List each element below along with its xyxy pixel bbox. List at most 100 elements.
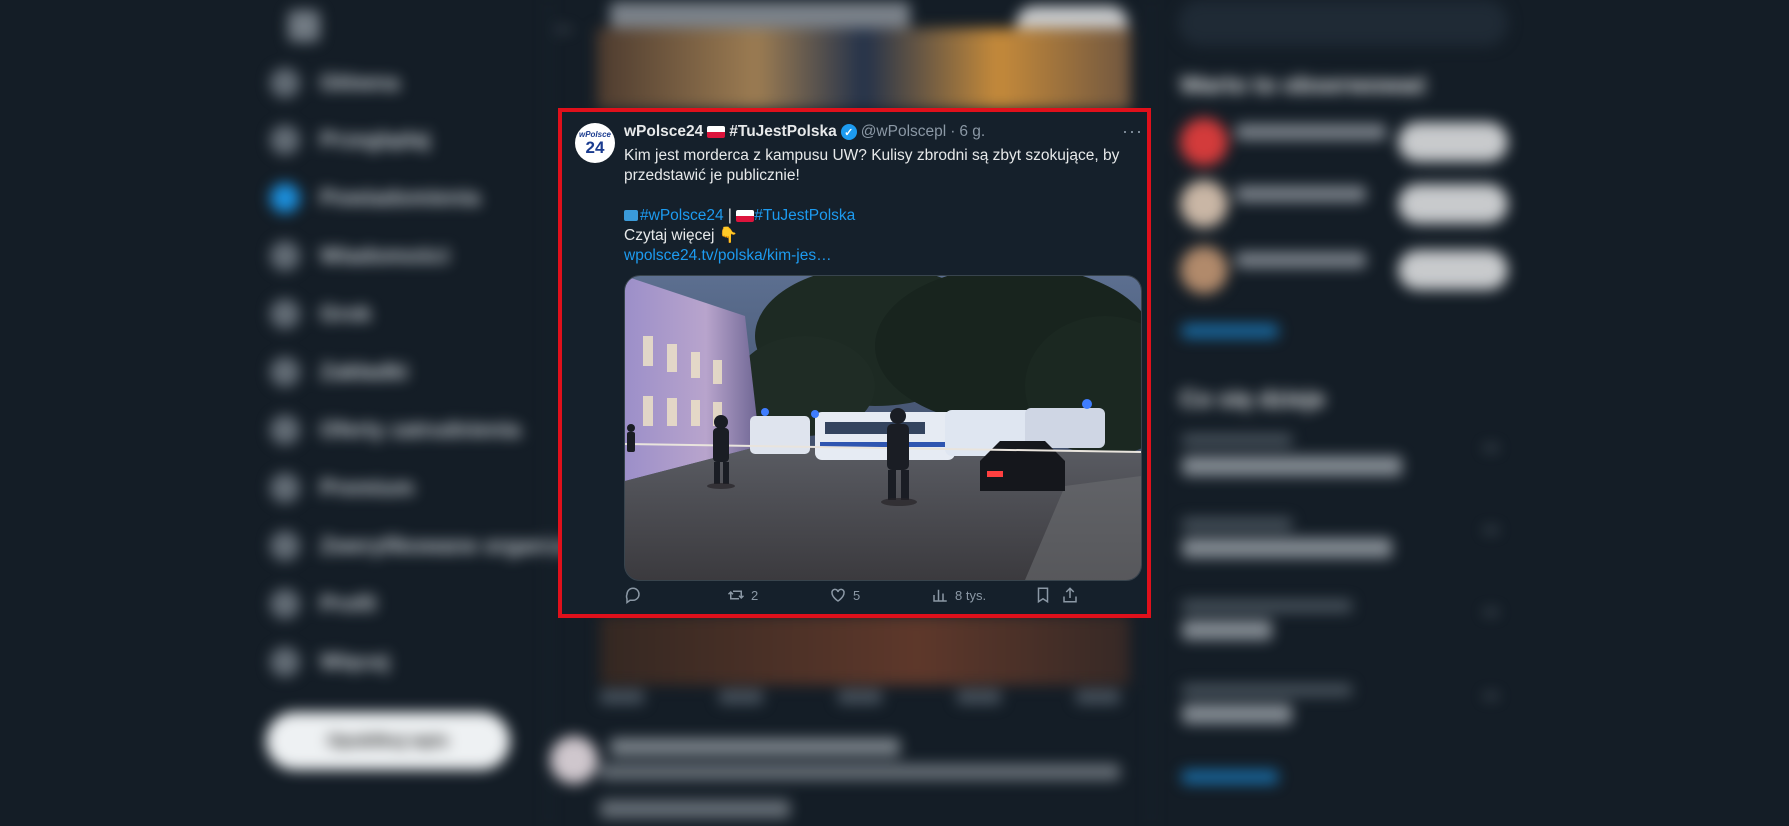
person-icon (270, 589, 300, 619)
blurred-text (1236, 124, 1386, 140)
nav-premium[interactable]: Premium (270, 468, 414, 508)
user-handle[interactable]: @wPolscepl (861, 123, 947, 141)
mail-icon (270, 241, 300, 271)
nav-profile[interactable]: Profil (270, 584, 376, 624)
avatar-logo-number: 24 (585, 137, 605, 157)
nav-label: Zakładki (320, 359, 409, 384)
timestamp[interactable]: 6 g. (959, 123, 985, 141)
x-logo-icon[interactable] (288, 10, 320, 42)
tweet-header: wPolsce24 #TuJestPolska ✓ @wPolscepl · 6… (624, 123, 985, 141)
back-arrow-icon[interactable]: ← (552, 10, 578, 41)
highlighted-tweet[interactable]: wPolsce 24 wPolsce24 #TuJestPolska ✓ @wP… (558, 108, 1151, 618)
tweet-actions: 2 5 8 tys. (624, 586, 1140, 610)
nav-jobs[interactable]: Oferty zatrudnienia (270, 410, 520, 450)
nav-label: Premium (320, 475, 415, 500)
more-options-icon[interactable]: ··· (1122, 121, 1143, 142)
nav-label: Powiadomienia (320, 185, 481, 210)
post-button[interactable]: Opublikuj wpis (266, 712, 510, 770)
bookmark-button[interactable] (1034, 586, 1052, 604)
tweet-headline: Kim jest morderca z kampusu UW? Kulisy z… (624, 147, 1120, 184)
display-name[interactable]: wPolsce24 (624, 123, 703, 141)
whats-happening-title: Co się dzieje (1180, 386, 1326, 413)
article-link[interactable]: wpolsce24.tv/polska/kim-jes… (624, 246, 1134, 266)
hashtag-line: #wPolsce24 | #TuJestPolska (624, 206, 1134, 226)
blurred-text (1182, 684, 1352, 696)
lightning-icon (270, 531, 300, 561)
avatar[interactable] (1180, 180, 1228, 228)
previous-post-image (597, 28, 1131, 110)
share-icon (1063, 587, 1077, 603)
feed-header-blur (610, 2, 910, 28)
retweet-count: 2 (751, 587, 759, 603)
bell-icon (270, 183, 300, 213)
nav-label: Grok (320, 301, 372, 326)
bar-chart-icon (933, 589, 947, 602)
reply-icon (625, 587, 640, 604)
blurred-text (1236, 252, 1366, 268)
display-name-hashtag[interactable]: #TuJestPolska (729, 123, 836, 141)
bookmark-icon (270, 357, 300, 387)
view-count: 8 tys. (955, 587, 987, 603)
follow-button[interactable] (1398, 250, 1508, 290)
nav-grok[interactable]: Grok (270, 294, 371, 334)
more-icon[interactable] (1484, 694, 1498, 698)
reply-button[interactable] (624, 586, 642, 604)
like-button[interactable]: 5 (829, 586, 860, 604)
more-icon[interactable] (1484, 610, 1498, 614)
poland-flag-icon (707, 126, 726, 138)
blurred-post-actions (600, 690, 1120, 712)
show-more-link[interactable] (1182, 324, 1278, 338)
read-more-text: Czytaj więcej 👇 (624, 227, 739, 244)
who-to-follow-title: Warto to obserwować (1180, 72, 1428, 99)
nav-bookmarks[interactable]: Zakładki (270, 352, 408, 392)
nav-explore[interactable]: Przeglądaj (270, 120, 430, 160)
nav-label: Wiadomości (320, 243, 450, 268)
nav-messages[interactable]: Wiadomości (270, 236, 449, 276)
blurred-text (600, 800, 790, 818)
follow-button[interactable] (1398, 184, 1508, 224)
hashtag-link[interactable]: #wPolsce24 (640, 207, 724, 224)
next-post-image (600, 615, 1130, 685)
avatar[interactable] (1180, 246, 1228, 294)
blurred-text (1182, 434, 1292, 446)
blurred-text (1182, 600, 1352, 612)
nav-more[interactable]: Więcej (270, 642, 390, 682)
poland-flag-icon (736, 209, 755, 222)
blurred-text (1182, 518, 1292, 530)
follow-button[interactable] (1398, 122, 1508, 162)
hashtag-link[interactable]: #TuJestPolska (754, 207, 855, 224)
views-button[interactable]: 8 tys. (931, 586, 986, 604)
more-icon[interactable] (1484, 528, 1498, 532)
bookmark-icon (1037, 587, 1049, 604)
nav-label: Więcej (320, 649, 390, 674)
show-more-link[interactable] (1182, 770, 1278, 784)
retweet-icon (727, 590, 745, 600)
nav-home[interactable]: Główna (270, 63, 399, 103)
tweet-photo[interactable] (624, 275, 1142, 581)
nav-label: Główna (320, 70, 400, 95)
heart-icon (831, 588, 845, 602)
avatar[interactable] (1180, 118, 1228, 166)
share-button[interactable] (1061, 586, 1079, 604)
more-circle-icon (270, 647, 300, 677)
verified-badge-icon: ✓ (840, 124, 857, 140)
briefcase-icon (270, 415, 300, 445)
separator: · (950, 123, 956, 140)
avatar[interactable]: wPolsce 24 (575, 123, 615, 163)
retweet-button[interactable]: 2 (727, 586, 758, 604)
nav-notifications[interactable]: Powiadomienia (270, 178, 480, 218)
search-icon (270, 125, 300, 155)
avatar[interactable] (550, 736, 598, 784)
search-input[interactable] (1178, 0, 1508, 46)
more-icon[interactable] (1484, 446, 1498, 450)
blurred-text (600, 764, 1120, 780)
grok-icon (270, 299, 300, 329)
nav-label: Oferty zatrudnienia (320, 417, 521, 442)
blurred-text (610, 738, 900, 756)
x-premium-icon (270, 473, 300, 503)
nav-label: Profil (320, 591, 377, 616)
blurred-text (1182, 704, 1292, 724)
blurred-text (1182, 620, 1272, 640)
nav-label: Przeglądaj (320, 127, 431, 152)
blurred-text (1182, 538, 1392, 558)
